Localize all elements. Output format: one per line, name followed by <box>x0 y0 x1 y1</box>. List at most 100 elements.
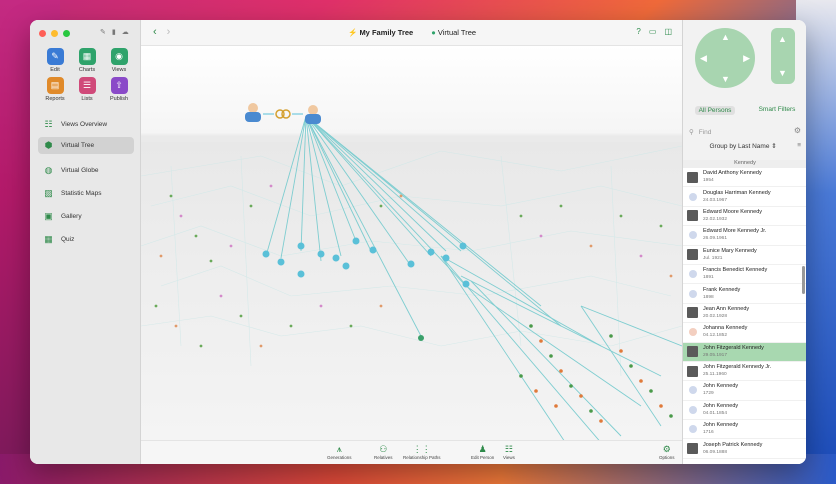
avatar <box>688 328 697 337</box>
toolbar-relationship-paths-button[interactable]: ⋮⋮ Relationship Paths <box>403 444 441 460</box>
avatar <box>688 192 697 201</box>
bookmark-icon[interactable]: ▮ <box>112 28 116 36</box>
cloud-icon[interactable]: ☁ <box>122 28 129 36</box>
back-icon[interactable]: ‹ <box>153 26 157 38</box>
person-row[interactable]: Edward Moore Kennedy 22.02.1932 <box>683 207 806 227</box>
pin-icon[interactable]: ✎ <box>100 28 106 36</box>
search-icon: ⚲ <box>689 129 694 136</box>
person-name: John Kennedy <box>703 422 739 429</box>
persons-panel: ▲ ▼ ◀ ▶ ▲ ▼ All Persons Smart Filters ⚲ … <box>682 20 806 464</box>
sidebar-item-gallery[interactable]: ▣ Gallery <box>38 208 134 225</box>
globe-icon: ◍ <box>44 165 53 175</box>
person-name: Jean Ann Kennedy <box>703 305 750 312</box>
zoom-out-icon[interactable]: ▼ <box>778 68 787 78</box>
sidebar-item-label: Quiz <box>61 236 75 243</box>
tab-my-family-tree[interactable]: ⚡ My Family Tree <box>348 28 413 37</box>
minimize-window-button[interactable] <box>51 30 58 37</box>
person-date: 29.05.1917 <box>703 352 728 358</box>
function-grid: ✎ Edit ▦ Charts ◉ Views ▤ Reports ☰ Lists ⇧ P… <box>40 48 134 102</box>
zoom-in-icon[interactable]: ▲ <box>778 34 787 44</box>
gear-icon[interactable]: ⚙ <box>794 126 801 135</box>
views-overview-icon: ☷ <box>44 119 53 129</box>
person-row[interactable]: John Fitzgerald Kennedy 29.05.1917 <box>683 342 806 362</box>
tool-charts[interactable]: ▦ Charts <box>72 48 102 73</box>
tool-reports[interactable]: ▤ Reports <box>40 77 70 102</box>
find-field[interactable]: ⚲ Find ⚙ <box>689 126 801 138</box>
tab-smart-filters[interactable]: Smart Filters <box>759 106 796 115</box>
virtual-tree-canvas[interactable] <box>141 46 682 440</box>
person-date: 1716 <box>703 430 714 436</box>
tab-virtual-tree[interactable]: ● Virtual Tree <box>431 28 476 37</box>
person-row[interactable]: John Kennedy 04.01.1854 <box>683 401 806 421</box>
person-name: Edward More Kennedy Jr. <box>703 228 767 235</box>
group-header: Kennedy <box>683 160 806 168</box>
person-row[interactable]: Eunice Mary Kennedy Jul. 1921 <box>683 246 806 265</box>
forward-icon[interactable]: › <box>167 26 171 38</box>
window-icon[interactable]: ▭ <box>649 27 657 36</box>
sidebar-item-quiz[interactable]: ▦ Quiz <box>38 231 134 248</box>
person-row[interactable]: Edward More Kennedy Jr. 26.09.1961 <box>683 226 806 246</box>
person-row[interactable]: John Fitzgerald Kennedy Jr. 25.11.1960 <box>683 362 806 382</box>
person-date: 1954 <box>703 178 714 184</box>
person-name: Eunice Mary Kennedy <box>703 247 757 254</box>
relatives-icon: ⚇ <box>379 444 388 454</box>
navigation-dpad[interactable]: ▲ ▼ ◀ ▶ <box>695 28 755 88</box>
person-row[interactable]: Frank Kennedy 1898 <box>683 284 806 304</box>
avatar <box>688 270 697 279</box>
tool-lists[interactable]: ☰ Lists <box>72 77 102 102</box>
sidebar-item-views-overview[interactable]: ☷ Views Overview <box>38 116 134 133</box>
tool-views[interactable]: ◉ Views <box>104 48 134 73</box>
arrow-up-icon[interactable]: ▲ <box>721 32 730 42</box>
tree-3d-view[interactable] <box>141 46 682 440</box>
help-icon[interactable]: ? <box>636 27 640 36</box>
person-row[interactable]: Douglas Harriman Kennedy 24.03.1967 <box>683 187 806 207</box>
person-row[interactable]: Johanna Kennedy 04.12.1852 <box>683 323 806 343</box>
sidebar-item-virtual-tree[interactable]: ⬢ Virtual Tree <box>38 137 134 154</box>
tab-all-persons[interactable]: All Persons <box>694 106 736 115</box>
view-toolbar: ⩚ Generations ⚇ Relatives ⋮⋮ Relationship … <box>141 440 682 464</box>
person-date: 20.02.1928 <box>703 313 728 319</box>
person-row[interactable]: Jean Ann Kennedy 20.02.1928 <box>683 304 806 324</box>
group-by-label: Group by Last Name <box>709 143 770 150</box>
toolbar-relatives-button[interactable]: ⚇ Relatives <box>374 444 393 460</box>
arrow-down-icon[interactable]: ▼ <box>721 74 730 84</box>
person-row[interactable]: Joseph Patrick Kennedy <box>683 459 806 464</box>
pencil-icon: ✎ <box>46 48 64 65</box>
close-window-button[interactable] <box>39 30 46 37</box>
person-name: Douglas Harriman Kennedy <box>703 189 771 196</box>
arrow-right-icon[interactable]: ▶ <box>743 53 750 64</box>
sidebar-item-virtual-globe[interactable]: ◍ Virtual Globe <box>38 162 134 179</box>
group-by-select[interactable]: Group by Last Name ⇕ ≡ <box>689 142 801 154</box>
arrow-left-icon[interactable]: ◀ <box>700 53 707 64</box>
tool-publish[interactable]: ⇧ Publish <box>104 77 134 102</box>
person-name: Joseph Patrick Kennedy <box>703 441 763 448</box>
toolbar-label: Relationship Paths <box>403 455 441 460</box>
person-date: 06.09.1888 <box>703 449 728 455</box>
person-row[interactable]: David Anthony Kennedy 1954 <box>683 168 806 188</box>
person-row[interactable]: John Kennedy 1716 <box>683 420 806 440</box>
toolbar-label: Edit Person <box>471 455 495 460</box>
tool-label: Reports <box>45 96 65 102</box>
tool-edit[interactable]: ✎ Edit <box>40 48 70 73</box>
person-date: 04.12.1852 <box>703 333 728 339</box>
list-scrollbar[interactable] <box>802 266 805 294</box>
toolbar-label: Options <box>659 455 675 460</box>
zoom-control[interactable]: ▲ ▼ <box>771 28 795 84</box>
toolbar-edit-person-button[interactable]: ♟ Edit Person <box>471 444 494 460</box>
tool-label: Views <box>111 67 127 73</box>
sidebar-item-statistic-maps[interactable]: ▨ Statistic Maps <box>38 185 134 202</box>
person-row[interactable]: Joseph Patrick Kennedy 06.09.1888 <box>683 439 806 459</box>
zoom-window-button[interactable] <box>63 30 70 37</box>
picture-icon: ▣ <box>44 211 53 221</box>
sort-icon[interactable]: ≡ <box>797 142 801 149</box>
chart-icon: ▨ <box>44 188 53 198</box>
options-icon: ⚙ <box>662 444 671 454</box>
toolbar-views-button[interactable]: ☷ Views <box>503 444 515 460</box>
upload-icon: ⇧ <box>110 77 128 94</box>
person-name: David Anthony Kennedy <box>703 170 762 177</box>
toolbar-options-button[interactable]: ⚙ Options <box>659 444 675 460</box>
person-row[interactable]: John Kennedy 1729 <box>683 381 806 401</box>
toolbar-generations-button[interactable]: ⩚ Generations <box>327 444 352 460</box>
person-row[interactable]: Francis Benedict Kennedy 1891 <box>683 265 806 285</box>
sidebar-toggle-icon[interactable]: ◫ <box>664 27 672 36</box>
